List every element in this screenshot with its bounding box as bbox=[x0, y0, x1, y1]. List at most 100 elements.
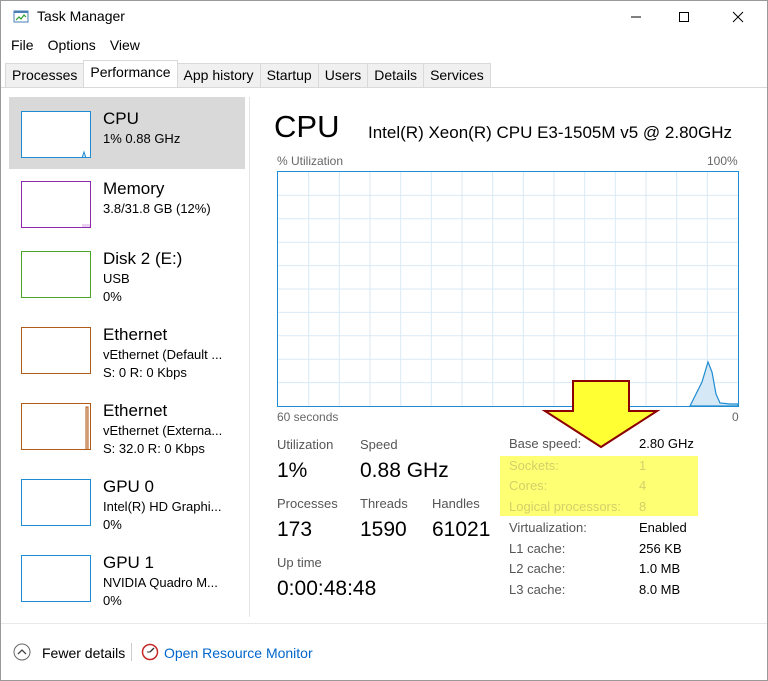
speed-label: Speed bbox=[360, 437, 398, 452]
resource-sidebar: CPU 1% 0.88 GHz Memory 3.8/31.8 GB (12%)… bbox=[5, 97, 249, 617]
disk-thumbnail bbox=[21, 251, 91, 298]
info-label: Logical processors: bbox=[509, 499, 621, 514]
sidebar-item-disk[interactable]: Disk 2 (E:) USB 0% bbox=[9, 237, 245, 309]
sidebar-item-gpu0[interactable]: GPU 0 Intel(R) HD Graphi... 0% bbox=[9, 465, 245, 537]
close-icon bbox=[732, 11, 744, 23]
sidebar-item-title: Ethernet bbox=[103, 325, 168, 344]
info-value: 1 bbox=[639, 458, 647, 473]
tab-app-history[interactable]: App history bbox=[176, 63, 261, 87]
sidebar-item-detail: vEthernet (Default ... bbox=[103, 347, 223, 362]
task-manager-window: Task Manager File Options View Processes… bbox=[0, 0, 768, 681]
sidebar-divider bbox=[249, 97, 250, 617]
uptime-value: 0:00:48:48 bbox=[277, 577, 377, 600]
graph-x-right: 0 bbox=[732, 410, 739, 424]
threads-value: 1590 bbox=[360, 518, 407, 541]
info-value: 4 bbox=[639, 478, 647, 493]
sidebar-item-detail: 3.8/31.8 GB (12%) bbox=[103, 201, 211, 216]
close-button[interactable] bbox=[715, 1, 761, 33]
page-title: CPU bbox=[274, 109, 340, 144]
info-label: L1 cache: bbox=[509, 541, 566, 556]
open-resource-monitor-link[interactable]: Open Resource Monitor bbox=[164, 645, 313, 661]
sidebar-item-detail: S: 32.0 R: 0 Kbps bbox=[103, 441, 205, 456]
sidebar-item-detail: 0% bbox=[103, 593, 122, 608]
sidebar-item-detail: 0% bbox=[103, 517, 122, 532]
sidebar-item-detail: 1% 0.88 GHz bbox=[103, 131, 181, 146]
sidebar-item-detail: 0% bbox=[103, 289, 122, 304]
minimize-icon bbox=[631, 16, 641, 18]
cpu-utilization-graph bbox=[277, 171, 739, 407]
tab-performance[interactable]: Performance bbox=[83, 60, 178, 87]
tab-processes[interactable]: Processes bbox=[5, 63, 85, 87]
sidebar-item-detail: Intel(R) HD Graphi... bbox=[103, 499, 222, 514]
tab-startup[interactable]: Startup bbox=[259, 63, 319, 87]
sidebar-item-title: GPU 1 bbox=[103, 553, 155, 572]
sidebar-item-detail: NVIDIA Quadro M... bbox=[103, 575, 218, 590]
info-value: 256 KB bbox=[639, 541, 682, 556]
sidebar-item-ethernet-default[interactable]: Ethernet vEthernet (Default ... S: 0 R: … bbox=[9, 313, 245, 385]
tab-underline bbox=[1, 87, 767, 88]
window-title: Task Manager bbox=[37, 8, 125, 24]
footer-divider bbox=[1, 623, 767, 624]
sidebar-item-title: Disk 2 (E:) bbox=[103, 249, 183, 268]
sidebar-item-cpu[interactable]: CPU 1% 0.88 GHz bbox=[9, 97, 245, 169]
sidebar-item-detail: USB bbox=[103, 271, 130, 286]
menu-view[interactable]: View bbox=[104, 35, 148, 57]
gpu-thumbnail bbox=[21, 479, 91, 526]
info-label: L3 cache: bbox=[509, 582, 566, 597]
processor-name: Intel(R) Xeon(R) CPU E3-1505M v5 @ 2.80G… bbox=[368, 123, 732, 142]
minimize-button[interactable] bbox=[613, 1, 659, 33]
info-value: 1.0 MB bbox=[639, 561, 681, 576]
menu-file[interactable]: File bbox=[1, 35, 42, 57]
uptime-label: Up time bbox=[277, 555, 322, 570]
utilization-value: 1% bbox=[277, 459, 308, 482]
maximize-icon bbox=[679, 12, 689, 22]
tab-users[interactable]: Users bbox=[317, 63, 369, 87]
sidebar-item-gpu1[interactable]: GPU 1 NVIDIA Quadro M... 0% bbox=[9, 541, 245, 613]
gpu-thumbnail bbox=[21, 555, 91, 602]
menu-bar: File Options View bbox=[1, 35, 148, 57]
info-label: Cores: bbox=[509, 478, 548, 493]
ethernet-thumbnail bbox=[21, 327, 91, 374]
info-label: Sockets: bbox=[509, 458, 559, 473]
fewer-details-button[interactable]: Fewer details bbox=[42, 645, 125, 661]
processes-label: Processes bbox=[277, 496, 338, 511]
handles-value: 61021 bbox=[432, 518, 491, 541]
graph-y-max: 100% bbox=[707, 154, 738, 168]
info-label: Virtualization: bbox=[509, 520, 587, 535]
graph-grid bbox=[278, 172, 739, 407]
sidebar-item-title: GPU 0 bbox=[103, 477, 155, 496]
resource-monitor-icon bbox=[141, 643, 159, 661]
graph-y-label: % Utilization bbox=[277, 154, 344, 168]
ethernet-thumbnail bbox=[21, 403, 91, 450]
graph-x-left: 60 seconds bbox=[277, 410, 339, 424]
title-bar: Task Manager bbox=[1, 1, 767, 33]
utilization-label: Utilization bbox=[277, 437, 334, 452]
tab-services[interactable]: Services bbox=[423, 63, 491, 87]
memory-thumbnail bbox=[21, 181, 91, 228]
threads-label: Threads bbox=[360, 496, 408, 511]
sidebar-item-detail: S: 0 R: 0 Kbps bbox=[103, 365, 187, 380]
sidebar-item-title: Ethernet bbox=[103, 401, 168, 420]
speed-value: 0.88 GHz bbox=[360, 459, 449, 482]
sidebar-item-ethernet-external[interactable]: Ethernet vEthernet (Externa... S: 32.0 R… bbox=[9, 389, 245, 461]
info-value: 8 bbox=[639, 499, 647, 514]
info-value: 8.0 MB bbox=[639, 582, 681, 597]
footer-separator bbox=[131, 643, 132, 661]
sidebar-item-title: Memory bbox=[103, 179, 165, 198]
cpu-usage-area bbox=[689, 360, 739, 407]
info-label: L2 cache: bbox=[509, 561, 566, 576]
processes-value: 173 bbox=[277, 518, 313, 541]
sidebar-item-memory[interactable]: Memory 3.8/31.8 GB (12%) bbox=[9, 167, 245, 239]
sidebar-item-detail: vEthernet (Externa... bbox=[103, 423, 223, 438]
chevron-up-icon[interactable] bbox=[13, 643, 31, 661]
maximize-button[interactable] bbox=[661, 1, 707, 33]
menu-options[interactable]: Options bbox=[42, 35, 104, 57]
task-manager-icon bbox=[13, 10, 29, 23]
down-arrow-icon bbox=[541, 380, 661, 449]
sidebar-item-title: CPU bbox=[103, 109, 139, 128]
info-value: Enabled bbox=[639, 520, 687, 535]
handles-label: Handles bbox=[432, 496, 480, 511]
cpu-thumbnail bbox=[21, 111, 91, 158]
tab-strip: Processes Performance App history Startu… bbox=[5, 60, 491, 87]
tab-details[interactable]: Details bbox=[367, 63, 425, 87]
